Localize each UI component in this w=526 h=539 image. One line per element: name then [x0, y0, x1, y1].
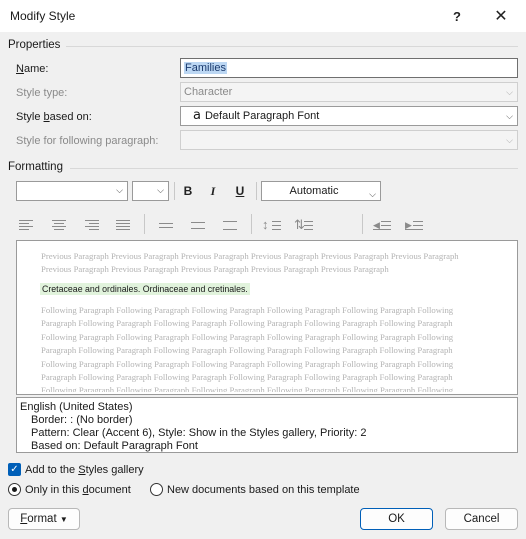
justify-icon[interactable]	[113, 217, 133, 233]
chevron-down-icon: ⌵	[506, 87, 513, 97]
name-label: Name:	[16, 63, 49, 75]
description-based-on: Based on: Default Paragraph Font	[31, 440, 198, 452]
following-label: Style for following paragraph:	[16, 135, 159, 147]
decrease-paragraph-spacing-icon[interactable]: ⇅	[294, 217, 314, 233]
toolbar-separator	[362, 214, 363, 234]
chevron-down-icon: ⌵	[157, 185, 164, 195]
cancel-button[interactable]: Cancel	[445, 508, 518, 530]
name-value: Families	[184, 62, 227, 74]
description-pattern: Pattern: Clear (Accent 6), Style: Show i…	[31, 427, 367, 439]
based-on-select[interactable]: a Default Paragraph Font ⌵	[180, 106, 518, 126]
properties-divider	[66, 46, 518, 47]
previous-paragraph-preview: Previous Paragraph Previous Paragraph Pr…	[41, 251, 459, 275]
align-right-icon[interactable]	[81, 217, 101, 233]
add-to-gallery-label: Add to the Styles gallery	[25, 464, 144, 476]
align-left-icon[interactable]	[17, 217, 37, 233]
single-spacing-icon[interactable]	[156, 217, 176, 233]
style-description: English (United States) Border: : (No bo…	[16, 397, 518, 453]
properties-section-label: Properties	[8, 39, 61, 51]
based-on-value: Default Paragraph Font	[204, 110, 320, 122]
window-title: Modify Style	[10, 9, 76, 23]
new-documents-label: New documents based on this template	[167, 484, 360, 496]
following-paragraph-preview: Following Paragraph Following Paragraph …	[41, 305, 454, 392]
increase-paragraph-spacing-icon[interactable]: ↕	[262, 217, 282, 233]
align-center-icon[interactable]	[49, 217, 69, 233]
style-type-value: Character	[184, 86, 233, 98]
underline-button[interactable]: U	[229, 181, 251, 201]
character-style-icon: a	[193, 108, 201, 123]
name-input[interactable]: Families	[180, 58, 518, 78]
style-type-label: Style type:	[16, 87, 68, 99]
close-button[interactable]: ✕	[481, 0, 521, 32]
font-select[interactable]: ⌵	[16, 181, 128, 201]
style-type-select[interactable]: Character ⌵	[180, 82, 518, 102]
description-language: English (United States)	[20, 401, 133, 413]
toolbar-separator	[174, 182, 175, 200]
toolbar-separator	[144, 214, 145, 234]
chevron-down-icon: ⌵	[116, 185, 123, 195]
chevron-down-icon: ⌵	[506, 111, 513, 121]
format-button[interactable]: Format ▼	[8, 508, 80, 530]
only-this-document-radio[interactable]	[8, 483, 21, 496]
only-this-document-label: Only in this document	[25, 484, 131, 496]
title-bar: Modify Style ? ✕	[0, 0, 526, 32]
add-to-gallery-checkbox[interactable]: ✓	[8, 463, 21, 476]
bold-button[interactable]: B	[177, 181, 199, 201]
new-documents-radio[interactable]	[150, 483, 163, 496]
increase-indent-icon[interactable]: ▶	[405, 217, 425, 233]
font-size-select[interactable]: ⌵	[132, 181, 169, 201]
sample-text: Cretaceae and ordinales. Ordinaceae and …	[40, 283, 250, 295]
ok-button[interactable]: OK	[360, 508, 433, 530]
formatting-section-label: Formatting	[8, 161, 63, 173]
style-preview: Previous Paragraph Previous Paragraph Pr…	[16, 240, 518, 395]
font-color-value: Automatic	[289, 185, 339, 197]
double-spacing-icon[interactable]	[220, 217, 240, 233]
one-half-spacing-icon[interactable]	[188, 217, 208, 233]
dropdown-arrow-icon: ▼	[59, 515, 68, 524]
toolbar-separator	[256, 182, 257, 200]
font-color-select[interactable]: Automatic ⌵	[261, 181, 381, 201]
following-select[interactable]: ⌵	[180, 130, 518, 150]
formatting-divider	[70, 168, 518, 169]
help-button[interactable]: ?	[437, 0, 477, 32]
chevron-down-icon: ⌵	[369, 189, 376, 199]
based-on-label: Style based on:	[16, 111, 92, 123]
description-border: Border: : (No border)	[31, 414, 133, 426]
toolbar-separator	[251, 214, 252, 234]
italic-button[interactable]: I	[202, 181, 224, 201]
chevron-down-icon: ⌵	[506, 135, 513, 145]
decrease-indent-icon[interactable]: ◀	[373, 217, 393, 233]
